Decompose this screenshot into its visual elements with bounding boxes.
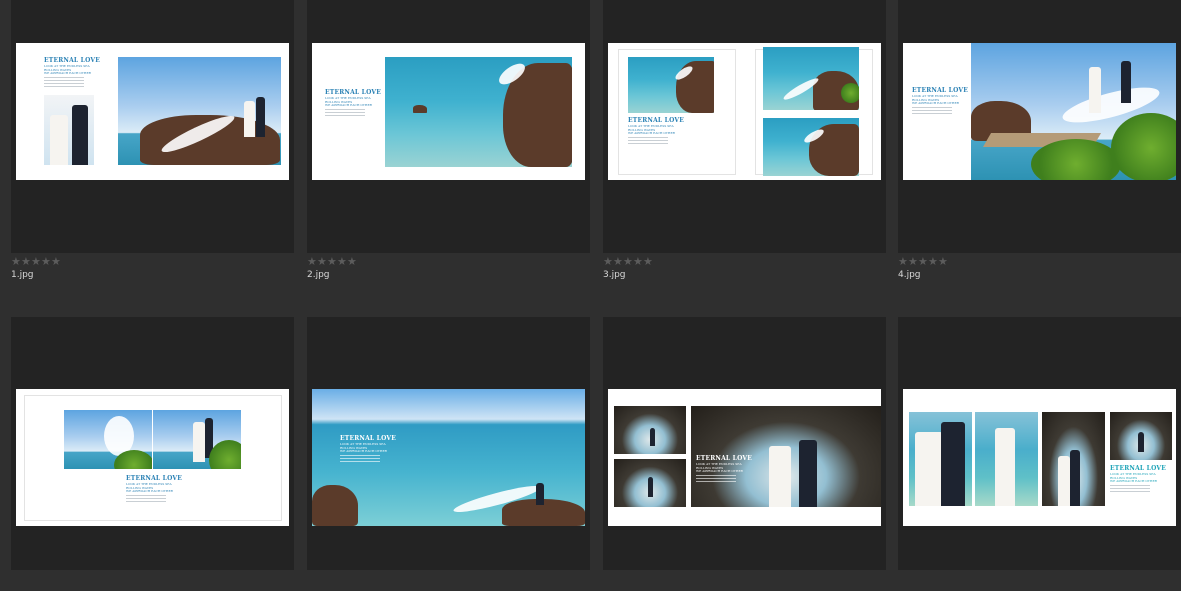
body-text-lines [325,109,365,118]
page-title-text: ETERNAL LOVE [44,57,101,64]
star-icon[interactable]: ★ [918,256,928,268]
page-subtitle-text: LOOK AT THE ENDLESS SEA ROLLING WAVES WE… [44,64,91,76]
star-icon[interactable]: ★ [317,256,327,268]
thumbnail-image[interactable]: ETERNAL LOVE LOOK AT THE ENDLESS SEA ROL… [312,43,585,180]
page-subtitle-text: LOOK AT THE ENDLESS SEA ROLLING WAVES WE… [340,442,387,454]
star-icon[interactable]: ★ [327,256,337,268]
star-icon[interactable]: ★ [633,256,643,268]
thumbnail-image[interactable]: ETERNAL LOVE LOOK AT THE ENDLESS SEA ROL… [312,389,585,526]
photo-sea-rocks [385,57,572,167]
photo-cliff-couple [118,57,281,165]
thumbnail-tile[interactable]: ETERNAL LOVE LOOK AT THE ENDLESS SEA ROL… [11,0,294,253]
photo-couple-sky [153,410,241,469]
star-icon[interactable]: ★ [938,256,948,268]
photo-cave-small-2 [614,459,686,507]
star-rating[interactable]: ★★★★★ [307,256,590,268]
body-text-lines [44,77,84,89]
page-title-text: ETERNAL LOVE [628,117,685,124]
photo-couple-cave [1042,412,1105,506]
star-icon[interactable]: ★ [41,256,51,268]
page-title-text: ETERNAL LOVE [340,435,397,442]
file-name-label[interactable]: 1.jpg [11,269,294,281]
star-icon[interactable]: ★ [51,256,61,268]
page-subtitle-text: LOOK AT THE ENDLESS SEA ROLLING WAVES WE… [912,94,959,106]
star-icon[interactable]: ★ [643,256,653,268]
photo-couple-portrait [44,95,94,165]
thumbnail-image[interactable]: ETERNAL LOVE LOOK AT THE ENDLESS SEA ROL… [903,389,1176,526]
photo-rocks-shore [763,118,859,176]
star-icon[interactable]: ★ [623,256,633,268]
photo-couple-embrace [909,412,972,506]
star-icon[interactable]: ★ [613,256,623,268]
star-icon[interactable]: ★ [307,256,317,268]
body-text-lines [696,475,736,484]
star-icon[interactable]: ★ [347,256,357,268]
body-text-lines [1110,485,1150,494]
star-icon[interactable]: ★ [11,256,21,268]
thumbnail-image[interactable]: ETERNAL LOVE LOOK AT THE ENDLESS SEA ROL… [16,389,289,526]
thumbnail-tile[interactable]: ETERNAL LOVE LOOK AT THE ENDLESS SEA ROL… [898,0,1181,253]
page-subtitle-text: LOOK AT THE ENDLESS SEA ROLLING WAVES WE… [126,482,173,494]
file-name-label[interactable]: 2.jpg [307,269,590,281]
thumbnail-tile[interactable]: ETERNAL LOVE LOOK AT THE ENDLESS SEA ROL… [307,0,590,253]
star-icon[interactable]: ★ [603,256,613,268]
star-icon[interactable]: ★ [908,256,918,268]
file-name-label[interactable]: 4.jpg [898,269,1181,281]
thumbnail-tile[interactable]: ETERNAL LOVE LOOK AT THE ENDLESS SEA ROL… [603,317,886,570]
file-name-label[interactable]: 3.jpg [603,269,886,281]
thumbnail-image[interactable]: ETERNAL LOVE LOOK AT THE ENDLESS SEA ROL… [608,389,881,526]
body-text-lines [628,137,668,146]
photo-bride-shore [975,412,1038,506]
thumbnail-tile[interactable]: ETERNAL LOVE LOOK AT THE ENDLESS SEA ROL… [898,317,1181,570]
star-icon[interactable]: ★ [21,256,31,268]
page-subtitle-text: LOOK AT THE ENDLESS SEA ROLLING WAVES WE… [325,96,372,108]
star-rating[interactable]: ★★★★★ [11,256,294,268]
thumbnail-image[interactable]: ETERNAL LOVE LOOK AT THE ENDLESS SEA ROL… [608,43,881,180]
page-title-text: ETERNAL LOVE [696,455,753,462]
photo-veil-sky [64,410,152,469]
thumbnail-tile[interactable]: ETERNAL LOVE LOOK AT THE ENDLESS SEA ROL… [307,317,590,570]
photo-boardwalk-couple [971,43,1176,180]
star-icon[interactable]: ★ [928,256,938,268]
page-title-text: ETERNAL LOVE [912,87,969,94]
page-subtitle-text: LOOK AT THE ENDLESS SEA ROLLING WAVES WE… [696,462,743,474]
page-title-text: ETERNAL LOVE [325,89,382,96]
star-icon[interactable]: ★ [337,256,347,268]
page-title-text: ETERNAL LOVE [1110,465,1167,472]
body-text-lines [126,495,166,504]
photo-cave-small-1 [614,406,686,454]
body-text-lines [340,455,380,464]
page-subtitle-text: LOOK AT THE ENDLESS SEA ROLLING WAVES WE… [628,124,675,136]
star-icon[interactable]: ★ [898,256,908,268]
body-text-lines [912,107,952,116]
star-rating[interactable]: ★★★★★ [603,256,886,268]
page-title-text: ETERNAL LOVE [126,475,183,482]
photo-cliff-veil [628,57,714,113]
thumbnail-tile[interactable]: ETERNAL LOVE LOOK AT THE ENDLESS SEA ROL… [603,0,886,253]
thumbnail-tile[interactable]: ETERNAL LOVE LOOK AT THE ENDLESS SEA ROL… [11,317,294,570]
star-rating[interactable]: ★★★★★ [898,256,1181,268]
thumbnail-image[interactable]: ETERNAL LOVE LOOK AT THE ENDLESS SEA ROL… [903,43,1176,180]
photo-couple-rock [1110,412,1172,460]
page-subtitle-text: LOOK AT THE ENDLESS SEA ROLLING WAVES WE… [1110,472,1157,484]
thumbnail-image[interactable]: ETERNAL LOVE LOOK AT THE ENDLESS SEA ROL… [16,43,289,180]
photo-rocks-couple [763,47,859,110]
star-icon[interactable]: ★ [31,256,41,268]
